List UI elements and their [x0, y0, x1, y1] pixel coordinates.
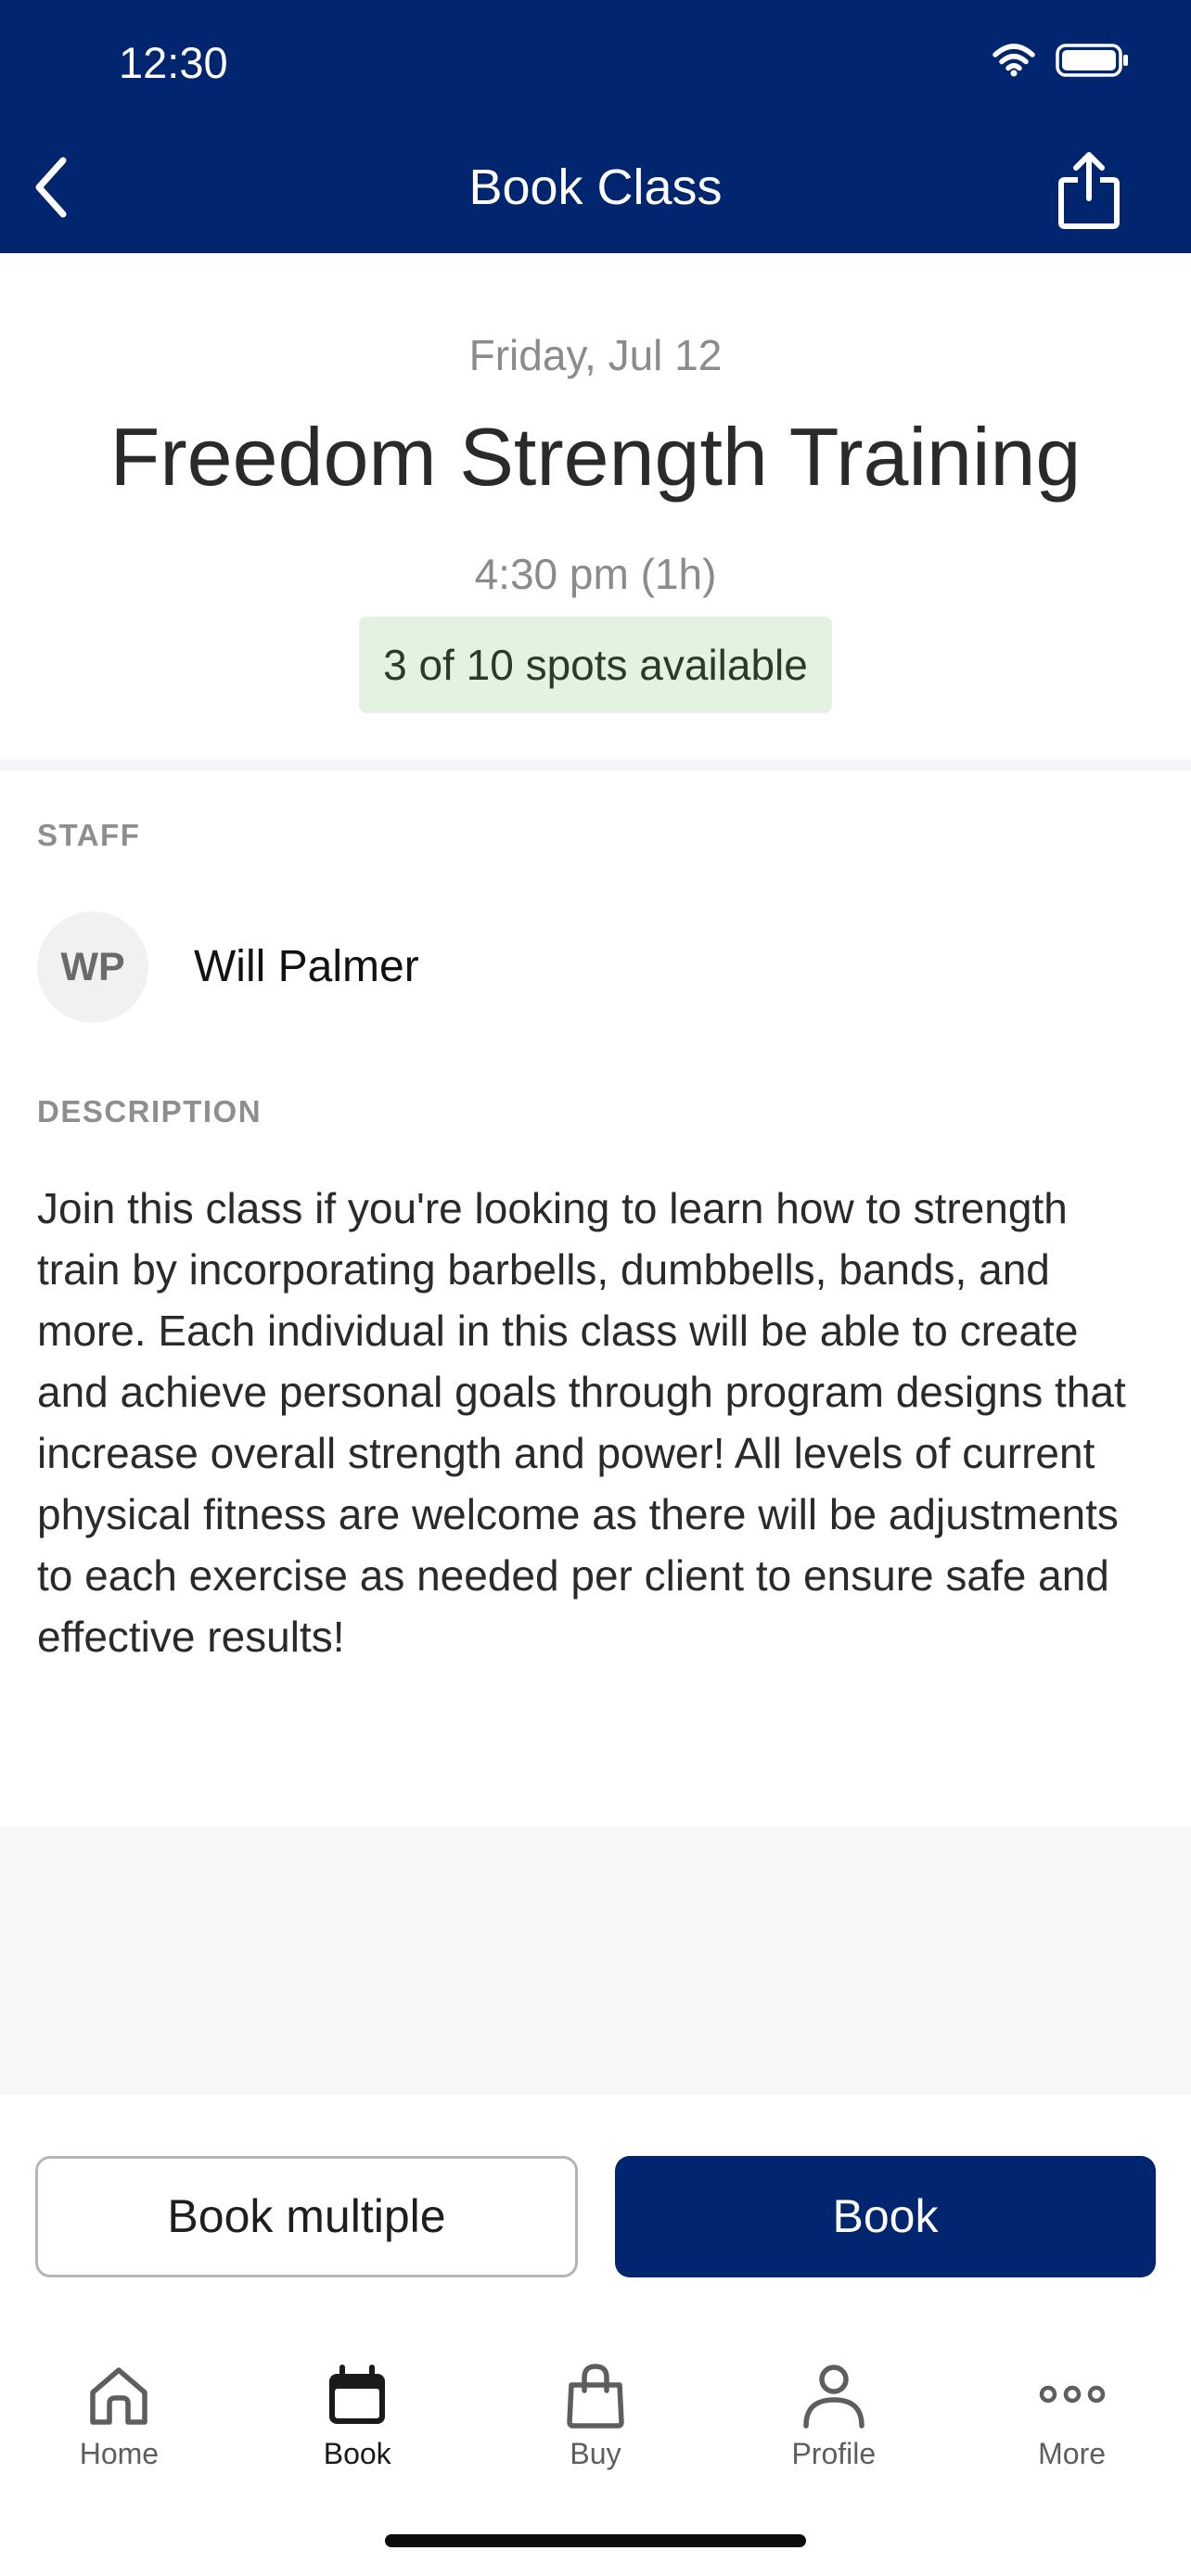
section-divider [0, 759, 1191, 771]
staff-name[interactable]: Will Palmer [194, 940, 419, 994]
class-title: Freedom Strength Training [109, 411, 1082, 503]
more-dots-icon [1039, 2385, 1105, 2404]
calendar-icon [329, 2365, 386, 2424]
tab-label-home: Home [79, 2437, 160, 2470]
class-info-card: Friday, Jul 12 Freedom Strength Training… [0, 253, 1191, 759]
book-multiple-button[interactable]: Book multiple [35, 2156, 578, 2277]
tab-label-buy: Buy [570, 2437, 621, 2470]
tab-profile[interactable]: Profile [714, 2337, 953, 2504]
description-section-label: DESCRIPTION [37, 1094, 263, 1129]
spots-available-badge: 3 of 10 spots available [359, 617, 832, 713]
tab-buy[interactable]: Buy [477, 2337, 715, 2504]
tab-label-book: Book [323, 2437, 391, 2470]
shopping-bag-icon [567, 2364, 624, 2429]
home-indicator[interactable] [385, 2534, 806, 2547]
content-spacer [0, 1827, 1191, 2095]
app-header: 12:30 Book Class [0, 0, 1191, 253]
battery-icon [1056, 44, 1128, 77]
tab-label-profile: Profile [791, 2437, 877, 2470]
tab-bar: Home Book Buy Profile More [0, 2337, 1191, 2504]
tab-label-more: More [1038, 2437, 1107, 2470]
staff-avatar: WP [37, 912, 148, 1023]
home-icon [90, 2367, 148, 2425]
person-icon [803, 2365, 864, 2429]
status-icons [992, 43, 1130, 78]
tab-more[interactable]: More [953, 2337, 1191, 2504]
class-time: 4:30 pm (1h) [474, 550, 717, 598]
page-title: Book Class [468, 159, 723, 215]
status-time: 12:30 [119, 38, 228, 87]
book-button[interactable]: Book [615, 2156, 1156, 2277]
tab-book[interactable]: Book [238, 2337, 477, 2504]
class-description: Join this class if you're looking to lea… [37, 1184, 1126, 1661]
wifi-icon [992, 44, 1035, 77]
staff-section-label: STAFF [37, 818, 141, 852]
class-date: Friday, Jul 12 [468, 331, 723, 379]
tab-home[interactable]: Home [0, 2337, 238, 2504]
share-icon[interactable] [1048, 148, 1130, 230]
